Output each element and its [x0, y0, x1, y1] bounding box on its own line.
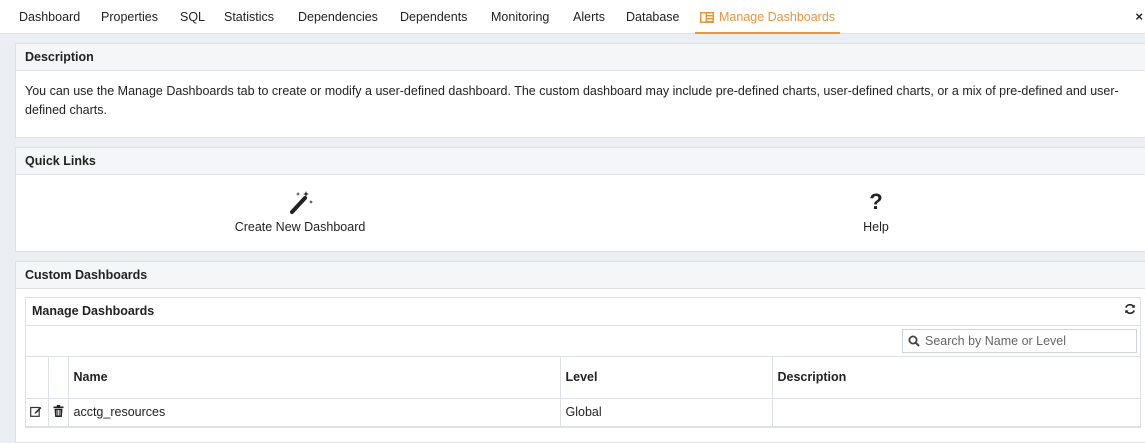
help-label: Help: [863, 220, 889, 234]
edit-icon[interactable]: [30, 405, 42, 420]
description-column-header[interactable]: Description: [772, 357, 1140, 399]
quick-links-header: Quick Links: [16, 148, 1145, 175]
tab-sql[interactable]: SQL: [180, 10, 205, 34]
delete-column-header: [48, 357, 69, 399]
custom-dashboards-header: Custom Dashboards: [16, 262, 1145, 289]
tab-properties[interactable]: Properties: [101, 10, 158, 34]
create-dashboard-label: Create New Dashboard: [234, 220, 366, 234]
custom-dashboards-panel: Custom Dashboards Manage Dashboards Sear…: [15, 261, 1145, 443]
row-description-cell: [772, 398, 1140, 427]
magic-wand-icon: [230, 188, 370, 216]
table-row[interactable]: acctg_resources Global: [26, 398, 1140, 427]
trash-icon[interactable]: [53, 404, 64, 420]
table-header-row: Name Level Description: [26, 357, 1140, 399]
create-dashboard-link[interactable]: Create New Dashboard: [230, 188, 370, 234]
description-text: You can use the Manage Dashboards tab to…: [25, 84, 1119, 117]
description-header: Description: [16, 44, 1145, 71]
description-panel: Description You can use the Manage Dashb…: [15, 43, 1145, 138]
search-input[interactable]: [923, 331, 1133, 351]
tab-manage-dashboards[interactable]: Manage Dashboards: [695, 10, 841, 34]
name-column-header[interactable]: Name: [68, 357, 561, 399]
tab-monitoring[interactable]: Monitoring: [491, 10, 549, 34]
level-column-header[interactable]: Level: [560, 357, 773, 399]
tab-bar: Dashboard Properties SQL Statistics Depe…: [0, 0, 1145, 34]
tab-dependents[interactable]: Dependents: [400, 10, 467, 34]
search-icon: [908, 335, 920, 350]
dashboards-table: Name Level Description acctg_resources G…: [26, 357, 1140, 427]
dashboard-icon: [700, 12, 714, 26]
manage-dashboards-title: Manage Dashboards: [32, 304, 155, 318]
search-box[interactable]: [902, 329, 1137, 353]
edit-column-header: [26, 357, 49, 399]
search-row: [26, 326, 1140, 357]
question-mark-icon: ?: [869, 189, 883, 214]
help-link[interactable]: ? Help: [846, 188, 906, 234]
tab-database[interactable]: Database: [626, 10, 680, 34]
tab-alerts[interactable]: Alerts: [573, 10, 605, 34]
manage-dashboards-grid: Manage Dashboards Search by Name or Leve…: [25, 297, 1141, 428]
manage-dashboards-header: Manage Dashboards: [26, 298, 1140, 326]
tab-manage-dashboards-label: Manage Dashboards: [719, 10, 836, 24]
row-name-cell: acctg_resources: [68, 398, 561, 427]
app-root: Dashboard Properties SQL Statistics Depe…: [0, 0, 1145, 443]
quick-links-panel: Quick Links Create New Dashboard ? Help: [15, 147, 1145, 252]
close-tab-button[interactable]: ×: [1135, 9, 1143, 24]
refresh-icon[interactable]: [1124, 303, 1136, 318]
tab-dashboard[interactable]: Dashboard: [19, 10, 80, 34]
row-level-cell: Global: [560, 398, 773, 427]
tab-statistics[interactable]: Statistics: [224, 10, 274, 34]
tab-dependencies[interactable]: Dependencies: [298, 10, 378, 34]
